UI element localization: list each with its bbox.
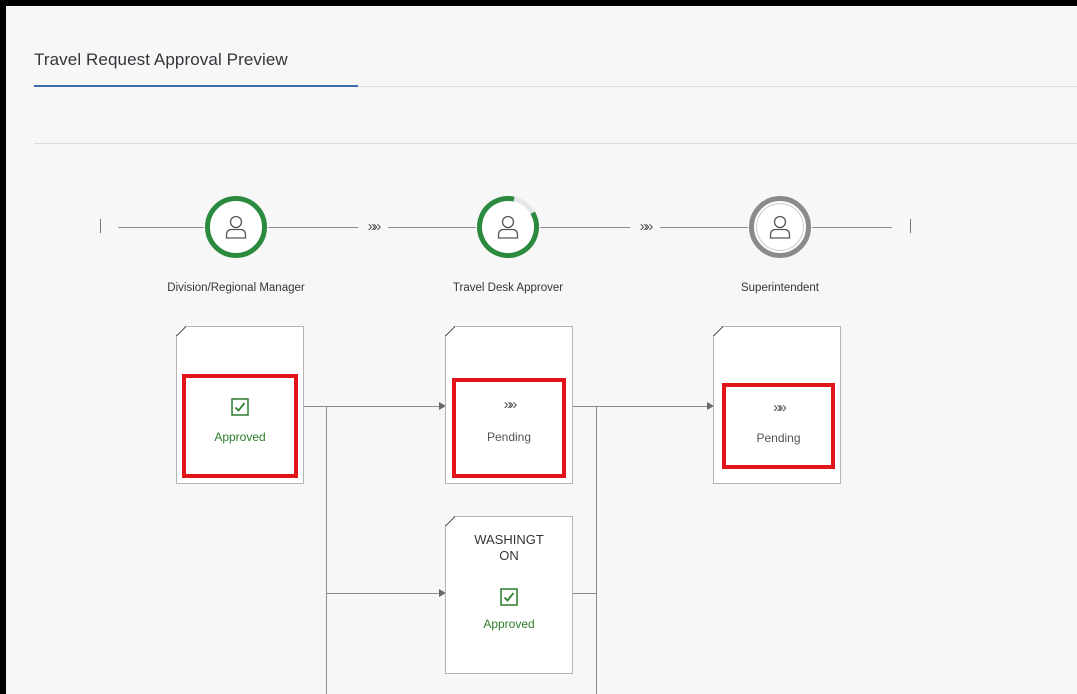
step-node-superintendent[interactable]	[749, 196, 811, 258]
card-title-line: WASHINGT	[474, 532, 544, 547]
connector-line	[326, 406, 327, 694]
card-corner-edge	[445, 326, 455, 336]
approval-node-card[interactable]: Approved	[176, 326, 304, 484]
card-corner-edge	[176, 326, 186, 336]
header-divider	[358, 86, 1077, 87]
approval-node-card[interactable]: »» Pending	[713, 326, 841, 484]
status-highlight: »» Pending	[722, 383, 835, 469]
connector-line	[304, 406, 444, 407]
step-label: Superintendent	[740, 282, 819, 294]
status-highlight: Approved	[182, 374, 298, 478]
checkbox-icon	[500, 588, 518, 606]
step-label: Travel Desk Approver	[452, 282, 564, 294]
step-node-division-regional-manager[interactable]	[205, 196, 267, 258]
flow-chevron-icon: »»	[630, 217, 660, 237]
flow-line	[118, 227, 204, 228]
step-label: Division/Regional Manager	[167, 282, 305, 294]
step-node-travel-desk-approver[interactable]	[477, 196, 539, 258]
user-icon	[769, 215, 791, 239]
flow-chevron-icon: »»	[358, 217, 388, 237]
chevrons-icon: »»	[503, 396, 518, 413]
status-label: Pending	[756, 431, 801, 445]
flow-line	[812, 227, 892, 228]
user-icon	[225, 215, 247, 239]
card-corner-edge	[713, 326, 723, 336]
status-label: Approved	[483, 617, 535, 631]
connector-line	[572, 593, 597, 594]
chevrons-icon: »»	[773, 399, 787, 416]
checkbox-icon	[231, 398, 249, 416]
flow-end-marker	[910, 219, 911, 233]
page-title: Travel Request Approval Preview	[34, 50, 288, 69]
status-label: Pending	[486, 430, 532, 444]
active-tab-underline	[34, 85, 358, 87]
status-highlight: »» Pending	[452, 378, 566, 478]
card-title-line: ON	[499, 548, 519, 563]
connector-line	[596, 406, 597, 694]
status-label: Approved	[214, 430, 266, 444]
app-window: Travel Request Approval Preview »» »» Di…	[6, 6, 1077, 694]
connector-line	[326, 593, 444, 594]
section-divider	[34, 143, 1077, 144]
approval-node-card[interactable]: WASHINGT ON Approved	[445, 516, 573, 674]
card-corner-edge	[445, 516, 455, 526]
connector-line	[572, 406, 712, 407]
approval-node-card[interactable]: »» Pending	[445, 326, 573, 484]
user-icon	[497, 215, 519, 239]
flow-start-marker	[100, 219, 101, 233]
